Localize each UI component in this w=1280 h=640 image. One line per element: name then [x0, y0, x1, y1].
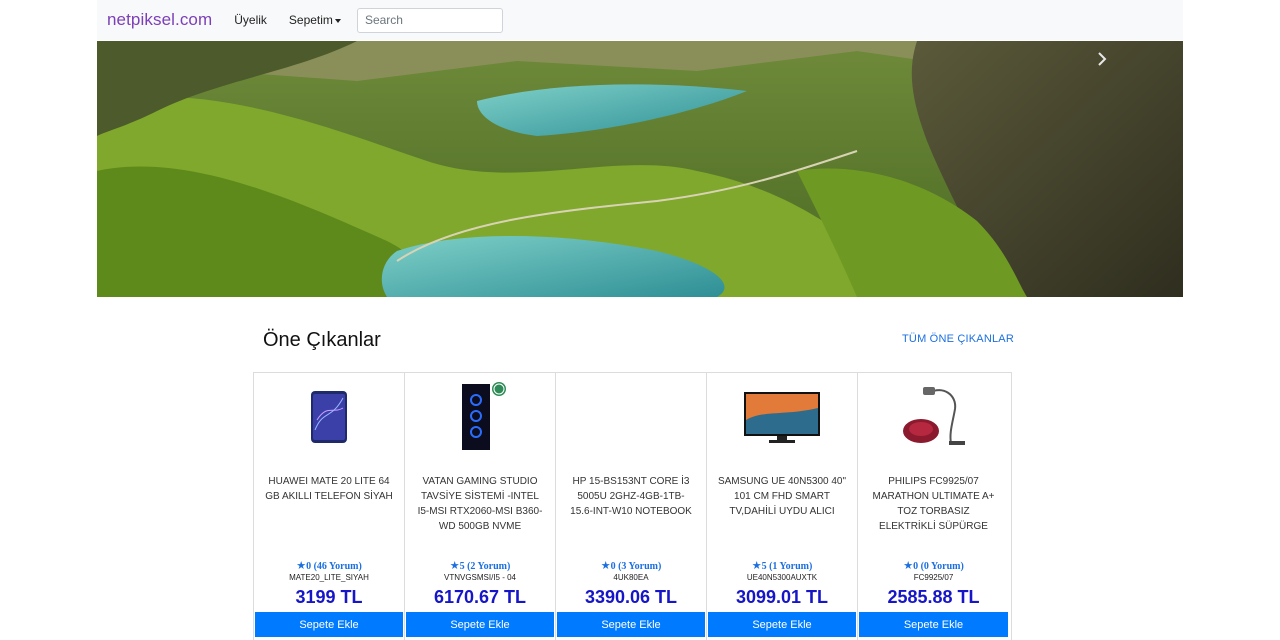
product-card[interactable]: HP 15-BS153NT CORE İ3 5005U 2GHZ-4GB-1TB… — [556, 373, 707, 640]
pc-case-icon — [462, 382, 506, 450]
nav-membership-label: Üyelik — [234, 13, 267, 27]
product-image[interactable] — [858, 377, 1009, 457]
add-to-cart-button[interactable]: Sepete Ekle — [255, 612, 403, 637]
landscape-image — [97, 41, 1183, 297]
product-name: HUAWEI MATE 20 LITE 64 GB AKILLI TELEFON… — [265, 476, 393, 502]
product-sku: VTNVGSMSI/I5 - 04 — [443, 573, 517, 582]
star-icon: ★ — [449, 559, 460, 572]
rating-text: 0 (46 Yorum) — [306, 561, 362, 572]
star-icon: ★ — [296, 559, 307, 572]
product-rating: ★0 (3 Yorum) — [556, 559, 706, 572]
product-name: PHILIPS FC9925/07 MARATHON ULTIMATE A+ T… — [872, 476, 995, 532]
add-to-cart-button[interactable]: Sepete Ekle — [406, 612, 554, 637]
product-rating: ★5 (1 Yorum) — [707, 559, 857, 572]
product-rating: ★5 (2 Yorum) — [405, 559, 555, 572]
product-grid: HUAWEI MATE 20 LITE 64 GB AKILLI TELEFON… — [253, 372, 1012, 640]
rating-text: 0 (0 Yorum) — [913, 561, 964, 572]
product-name: SAMSUNG UE 40N5300 40" 101 CM FHD SMART … — [717, 476, 847, 517]
add-to-cart-button[interactable]: Sepete Ekle — [557, 612, 705, 637]
product-image[interactable] — [556, 377, 706, 457]
product-price: 3099.01 TL — [735, 587, 829, 607]
star-icon: ★ — [600, 559, 611, 572]
nav-cart-label: Sepetim — [288, 13, 333, 27]
product-rating: ★0 (46 Yorum) — [254, 559, 404, 572]
product-sku: 4UK80EA — [613, 573, 649, 582]
product-sku: UE40N5300AUXTK — [746, 573, 818, 582]
hero-banner — [97, 41, 1183, 297]
product-card[interactable]: SAMSUNG UE 40N5300 40" 101 CM FHD SMART … — [707, 373, 858, 640]
section-title: Öne Çıkanlar — [263, 329, 381, 351]
caret-down-icon — [334, 18, 341, 23]
product-image[interactable] — [707, 377, 857, 457]
product-rating: ★0 (0 Yorum) — [858, 559, 1009, 572]
add-to-cart-button[interactable]: Sepete Ekle — [708, 612, 856, 637]
product-price: 2585.88 TL — [887, 587, 980, 607]
nav-cart-dropdown[interactable]: Sepetim — [289, 13, 341, 27]
all-featured-link[interactable]: TÜM ÖNE ÇIKANLAR — [902, 333, 1014, 345]
product-sku: FC9925/07 — [913, 573, 954, 582]
rating-text: 5 (1 Yorum) — [761, 561, 813, 572]
add-to-cart-button[interactable]: Sepete Ekle — [859, 612, 1008, 637]
nav-membership[interactable]: Üyelik — [234, 13, 267, 27]
product-image[interactable] — [254, 377, 404, 457]
product-card[interactable]: VATAN GAMING STUDIO TAVSİYE SİSTEMİ -INT… — [405, 373, 556, 640]
product-sku: MATE20_LITE_SIYAH — [289, 573, 369, 582]
rating-text: 0 (3 Yorum) — [610, 561, 662, 572]
phone-icon — [311, 391, 347, 443]
product-name: VATAN GAMING STUDIO TAVSİYE SİSTEMİ -INT… — [417, 476, 543, 532]
product-price: 3390.06 TL — [584, 587, 678, 607]
brand-logo[interactable]: netpiksel.com — [107, 10, 212, 30]
rating-text: 5 (2 Yorum) — [459, 561, 511, 572]
star-icon: ★ — [903, 559, 914, 572]
product-price: 6170.67 TL — [433, 587, 527, 607]
product-card[interactable]: HUAWEI MATE 20 LITE 64 GB AKILLI TELEFON… — [254, 373, 405, 640]
product-image[interactable] — [405, 377, 555, 457]
vacuum-icon — [902, 387, 965, 445]
tv-icon — [744, 392, 820, 443]
product-price: 3199 TL — [295, 587, 363, 607]
product-name: HP 15-BS153NT CORE İ3 5005U 2GHZ-4GB-1TB… — [570, 476, 692, 517]
product-card[interactable]: PHILIPS FC9925/07 MARATHON ULTIMATE A+ T… — [858, 373, 1009, 640]
chevron-right-icon[interactable] — [1094, 51, 1110, 67]
search-input[interactable] — [356, 7, 503, 33]
top-navbar: netpiksel.com Üyelik Sepetim — [97, 0, 1183, 40]
star-icon: ★ — [751, 559, 762, 572]
